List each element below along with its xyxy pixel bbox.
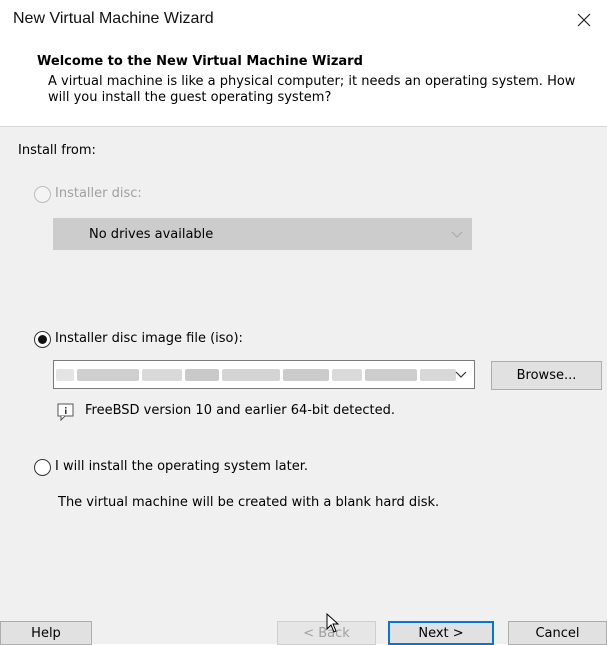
installer-disc-dropdown-value: No drives available	[89, 227, 214, 242]
window-title: New Virtual Machine Wizard	[13, 10, 214, 27]
browse-button[interactable]: Browse...	[491, 361, 602, 390]
installer-disc-radio[interactable]	[34, 186, 51, 203]
chevron-down-icon[interactable]	[455, 371, 467, 379]
header-title: Welcome to the New Virtual Machine Wizar…	[37, 54, 363, 69]
install-later-note: The virtual machine will be created with…	[58, 495, 440, 510]
install-later-radio[interactable]	[34, 459, 51, 476]
help-button[interactable]: Help	[0, 621, 92, 645]
iso-radio[interactable]	[34, 331, 51, 348]
wizard-header: Welcome to the New Virtual Machine Wizar…	[0, 44, 607, 126]
iso-path-redacted	[56, 369, 456, 381]
close-button[interactable]	[561, 0, 607, 40]
install-later-label: I will install the operating system late…	[55, 459, 309, 474]
radio-selected-dot	[38, 335, 47, 344]
install-from-label: Install from:	[18, 143, 96, 158]
installer-disc-label: Installer disc:	[55, 186, 142, 201]
info-icon	[57, 403, 74, 421]
chevron-down-icon	[451, 231, 463, 238]
cancel-button[interactable]: Cancel	[508, 621, 607, 645]
wizard-body: Install from: Installer disc: No drives …	[0, 127, 607, 645]
header-description: A virtual machine is like a physical com…	[48, 74, 576, 105]
title-bar: New Virtual Machine Wizard	[0, 0, 607, 44]
next-button[interactable]: Next >	[388, 621, 494, 645]
os-detected-text: FreeBSD version 10 and earlier 64-bit de…	[85, 403, 395, 418]
mouse-cursor-icon	[326, 613, 340, 633]
iso-label: Installer disc image file (iso):	[55, 331, 243, 346]
close-icon	[577, 13, 591, 27]
installer-disc-dropdown[interactable]: No drives available	[53, 218, 472, 250]
iso-path-combobox[interactable]	[53, 360, 475, 389]
